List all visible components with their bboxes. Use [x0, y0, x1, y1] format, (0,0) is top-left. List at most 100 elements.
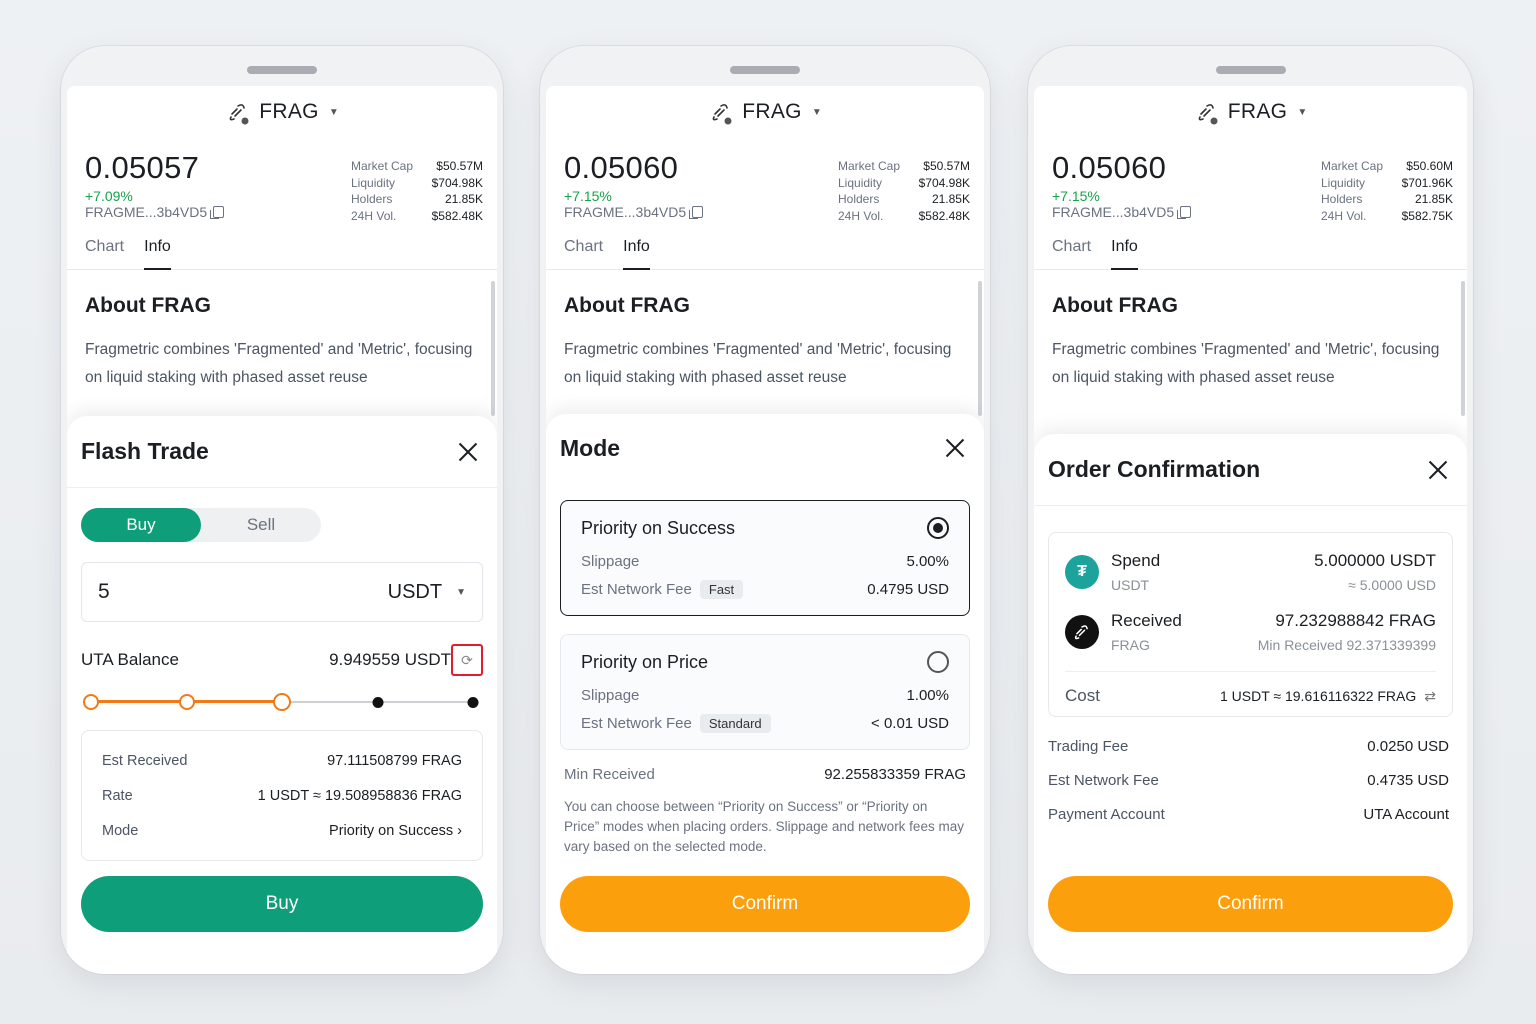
amount-value: 5 — [98, 580, 110, 603]
tab-info[interactable]: Info — [144, 228, 171, 270]
slider-handle[interactable] — [273, 693, 291, 711]
about-title: About FRAG — [564, 294, 690, 317]
est-received-value: 97.111508799 FRAG — [327, 752, 462, 769]
scrollbar[interactable] — [978, 281, 982, 416]
amount-input[interactable]: 5 USDT ▼ — [81, 562, 483, 622]
slider-stop[interactable] — [83, 694, 99, 710]
frag-token-icon — [225, 99, 251, 125]
refresh-icon[interactable]: ⟳ — [451, 644, 483, 676]
balance-row: UTA Balance 9.949559 USDT ⟳ — [81, 644, 483, 676]
currency-select[interactable]: USDT ▼ — [388, 581, 466, 604]
stat-value: $582.48K — [431, 208, 483, 223]
mode-sheet: Mode Priority on Success Slippage 5.00% E… — [546, 414, 984, 974]
slider-stop[interactable] — [178, 694, 195, 710]
sell-tab[interactable]: Sell — [201, 508, 321, 542]
close-icon[interactable] — [944, 437, 966, 459]
usdt-coin-icon: ₮ — [1065, 555, 1099, 589]
price-section: 0.05060 +7.15% FRAGME...3b4VD5 Market Ca… — [546, 138, 984, 228]
fee-label: Est Network Fee — [581, 714, 692, 732]
balance-label: UTA Balance — [81, 650, 179, 669]
copy-icon[interactable] — [689, 206, 704, 219]
balance-value: 9.949559 USDT — [329, 650, 451, 669]
phone-notch — [730, 66, 800, 74]
price-section: 0.05060 +7.15% FRAGME...3b4VD5 Market Ca… — [1034, 138, 1467, 228]
about-section: About FRAG Fragmetric combines 'Fragment… — [67, 270, 497, 392]
about-section: About FRAG Fragmetric combines 'Fragment… — [1034, 270, 1467, 392]
stat-label: Market Cap — [351, 159, 414, 173]
chevron-down-icon: ▼ — [1297, 106, 1308, 118]
token-selector[interactable]: FRAG ▼ — [1034, 86, 1467, 138]
mode-link[interactable]: Priority on Success › — [329, 823, 462, 839]
slippage-value: 1.00% — [906, 686, 949, 704]
tab-chart[interactable]: Chart — [1052, 228, 1091, 269]
copy-icon[interactable] — [210, 206, 225, 219]
tab-bar: Chart Info — [67, 228, 497, 270]
token-selector[interactable]: FRAG ▼ — [546, 86, 984, 138]
sheet-title: Mode — [560, 434, 621, 461]
swap-rate-icon[interactable]: ⇄ — [1424, 688, 1436, 705]
token-name: FRAG — [742, 100, 802, 123]
spend-label: Spend — [1111, 551, 1161, 570]
radio-unselected[interactable] — [927, 651, 949, 673]
stat-value: $704.98K — [918, 175, 970, 190]
confirm-button[interactable]: Confirm — [560, 876, 970, 932]
stat-value: $704.98K — [431, 175, 483, 190]
confirm-button[interactable]: Confirm — [1048, 876, 1453, 932]
speed-chip: Standard — [699, 713, 771, 733]
tab-info[interactable]: Info — [1111, 228, 1138, 270]
received-value: 97.232988842 FRAG — [1275, 611, 1436, 630]
received-label: Received — [1111, 611, 1182, 630]
stat-label: 24H Vol. — [838, 208, 884, 223]
buy-button[interactable]: Buy — [81, 876, 483, 932]
tab-chart[interactable]: Chart — [85, 228, 124, 269]
mode-option-price[interactable]: Priority on Price Slippage 1.00% Est Netw… — [560, 634, 970, 750]
slider-stop[interactable] — [467, 696, 479, 708]
tab-info[interactable]: Info — [623, 228, 650, 270]
slippage-label: Slippage — [581, 686, 640, 704]
trading-fee-row: Trading Fee 0.0250 USD — [1048, 729, 1449, 763]
network-fee-value: 0.4735 USD — [1367, 771, 1449, 789]
payment-account-value: UTA Account — [1363, 805, 1449, 823]
sheet-header: Flash Trade — [67, 416, 497, 488]
phone-notch — [247, 66, 317, 74]
sheet-title: Order Confirmation — [1048, 456, 1261, 482]
buy-tab[interactable]: Buy — [81, 508, 201, 542]
frag-token-icon — [1194, 99, 1220, 125]
about-text: Fragmetric combines 'Fragmented' and 'Me… — [564, 341, 952, 386]
address-text: FRAGME...3b4VD5 — [85, 204, 208, 220]
rate-label: Rate — [102, 787, 133, 804]
stat-label: Market Cap — [838, 159, 901, 173]
token-selector[interactable]: FRAG ▼ — [67, 86, 497, 138]
amount-slider[interactable] — [83, 693, 479, 711]
close-icon[interactable] — [1427, 459, 1449, 481]
slippage-label: Slippage — [581, 552, 640, 570]
slippage-value: 5.00% — [906, 552, 949, 570]
close-icon[interactable] — [457, 441, 479, 463]
screen: FRAG ▼ 0.05060 +7.15% FRAGME...3b4VD5 Ma… — [546, 86, 984, 974]
tab-bar: Chart Info — [546, 228, 984, 270]
trading-fee-label: Trading Fee — [1048, 737, 1129, 755]
price-section: 0.05057 +7.09% FRAGME...3b4VD5 Market Ca… — [67, 138, 497, 228]
stat-label: Holders — [351, 192, 393, 206]
mode-option-success[interactable]: Priority on Success Slippage 5.00% Est Ne… — [560, 500, 970, 616]
payment-account-row: Payment Account UTA Account — [1048, 797, 1449, 831]
copy-icon[interactable] — [1177, 206, 1192, 219]
network-fee-row: Est Network Fee 0.4735 USD — [1048, 763, 1449, 797]
token-stats: Market Cap $50.60M Liquidity $701.96K Hold… — [1321, 158, 1453, 224]
tab-chart[interactable]: Chart — [564, 228, 603, 269]
sheet-title: Flash Trade — [81, 438, 209, 464]
fee-label: Est Network Fee — [581, 580, 692, 598]
about-title: About FRAG — [85, 294, 211, 317]
scrollbar[interactable] — [1461, 281, 1465, 416]
slider-stop[interactable] — [372, 696, 383, 708]
stat-value: 21.85K — [931, 192, 970, 206]
network-fee-label: Est Network Fee — [1048, 771, 1159, 789]
stat-label: Holders — [1321, 192, 1363, 206]
stat-value: $701.96K — [1401, 175, 1453, 190]
order-confirmation-sheet: Order Confirmation ₮ Spend USDT 5.000000… — [1034, 434, 1467, 974]
radio-selected[interactable] — [927, 517, 949, 539]
scrollbar[interactable] — [491, 281, 495, 416]
phone-flash-trade: FRAG ▼ 0.05057 +7.09% FRAGME...3b4VD5 Ma… — [61, 46, 503, 974]
stat-label: Liquidity — [1321, 175, 1366, 190]
chevron-down-icon: ▼ — [456, 586, 466, 598]
